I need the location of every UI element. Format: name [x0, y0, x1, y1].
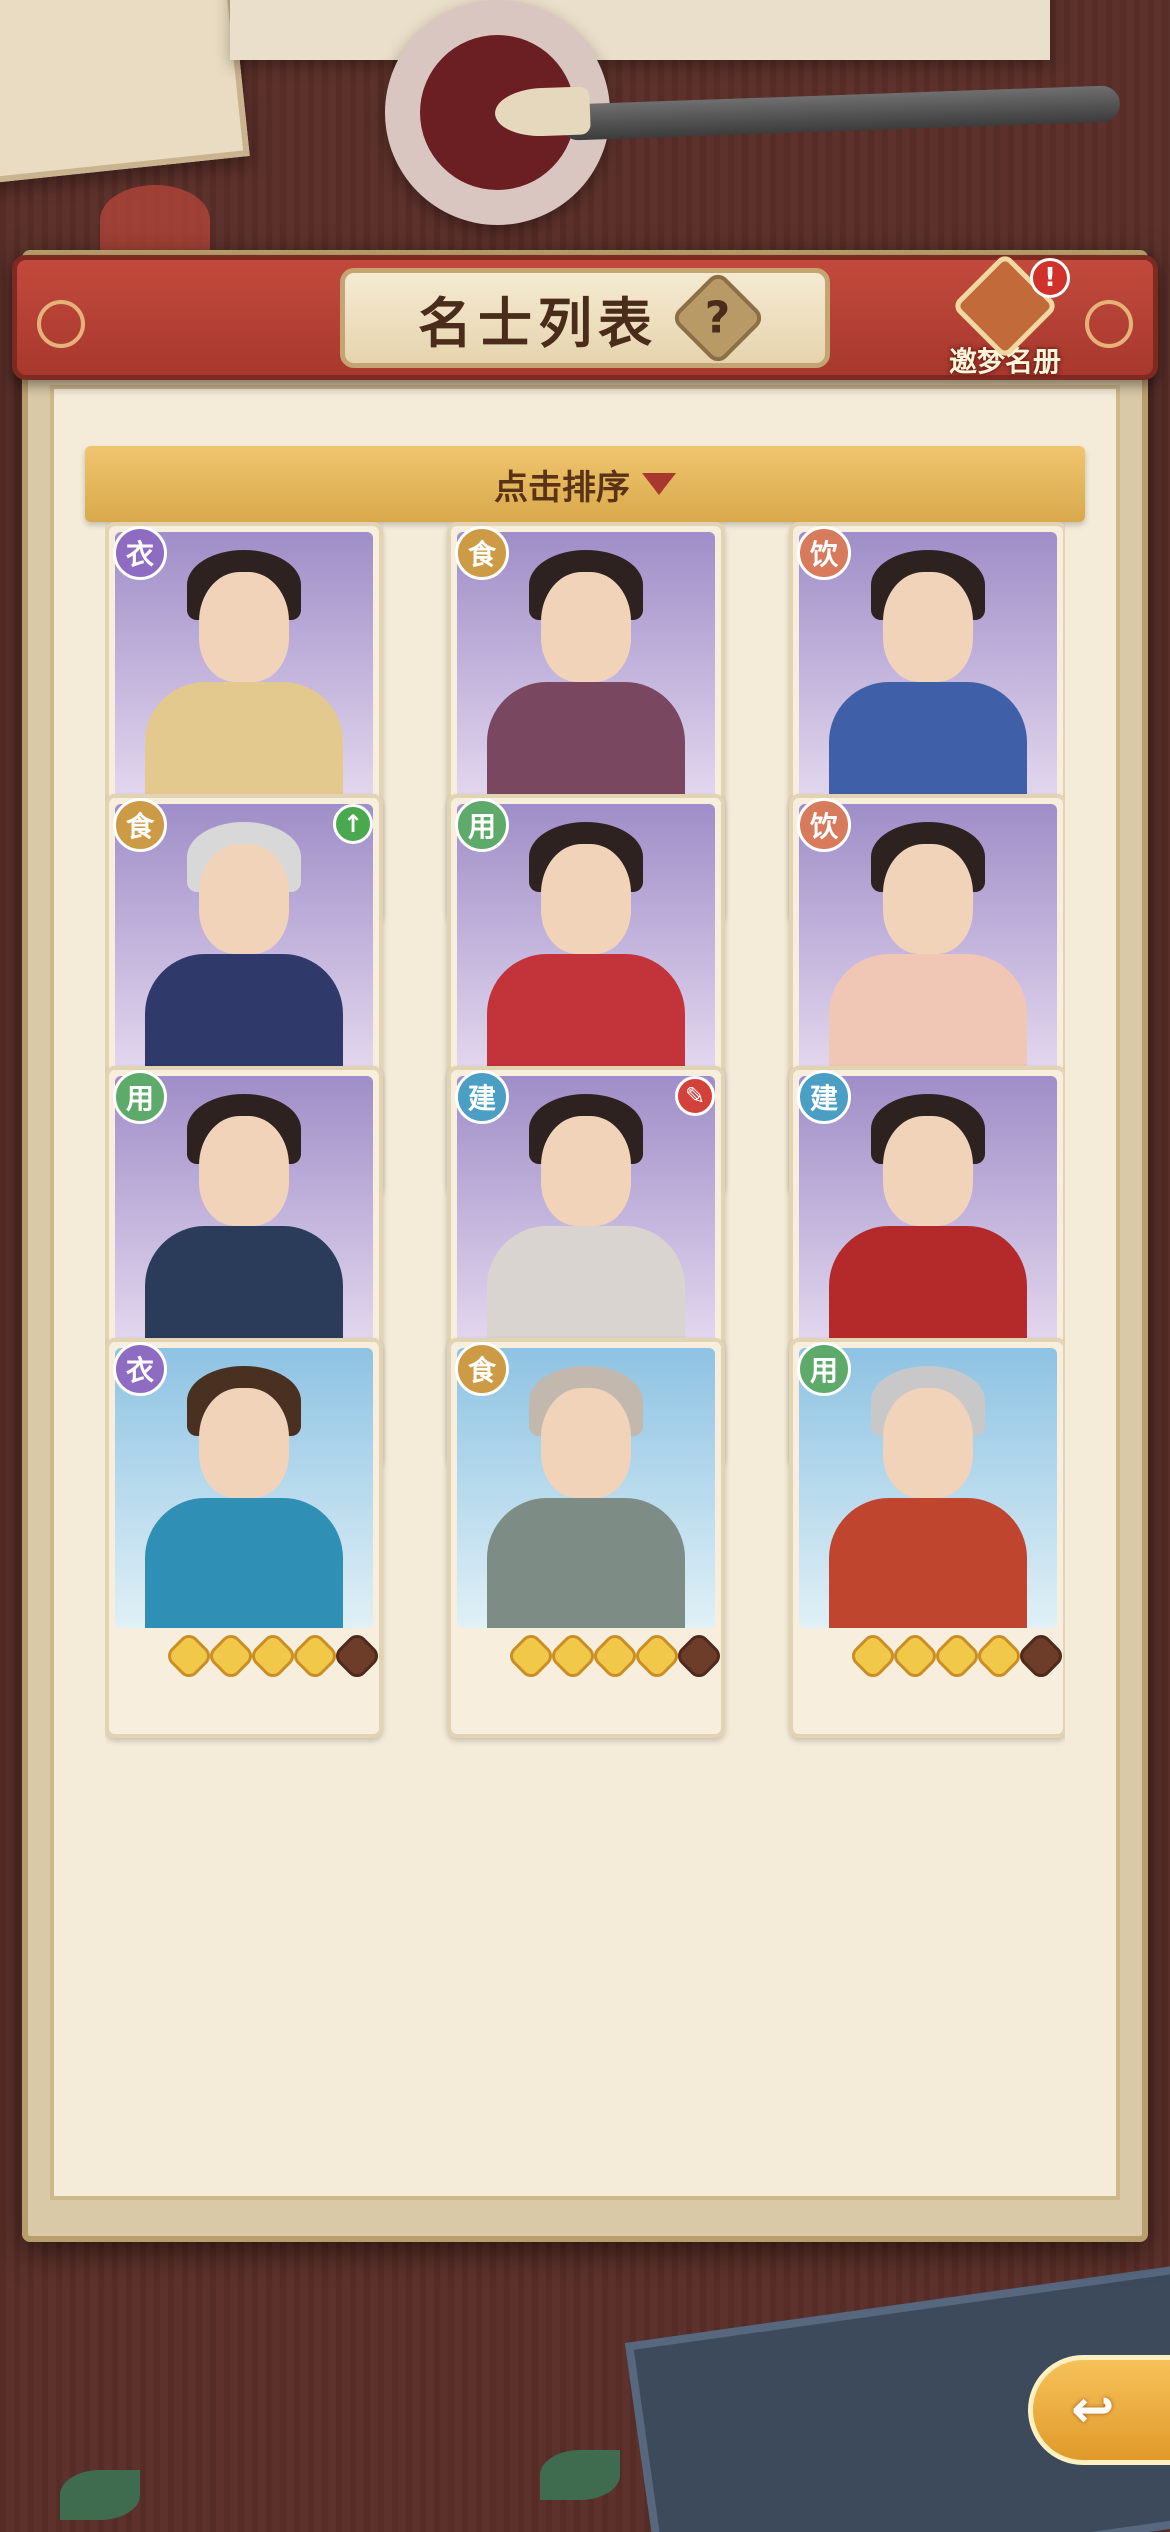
- sort-button[interactable]: 点击排序: [85, 446, 1085, 522]
- help-button[interactable]: ?: [669, 269, 767, 367]
- figure-body: [487, 954, 685, 1084]
- back-arrow-icon: ↩: [1071, 2380, 1115, 2440]
- star-rating: [505, 1630, 725, 1682]
- character-grid: 衣20师不惑食10祝久霖饮10何照麟食↑10卫玄诚用10裴千颜饮5刘迎春用1柳子…: [105, 522, 1065, 2170]
- category-badge: 饮: [797, 798, 851, 852]
- category-badge: 用: [455, 798, 509, 852]
- character-card[interactable]: 食: [447, 1338, 725, 1738]
- title-plate: 名士列表 ?: [340, 268, 830, 368]
- figure-body: [829, 1226, 1027, 1356]
- star-filled-icon: [547, 1630, 599, 1682]
- category-badge: 食: [455, 1342, 509, 1396]
- star-filled-icon: [163, 1630, 215, 1682]
- figure-head: [541, 1116, 631, 1226]
- figure-body: [487, 1226, 685, 1356]
- star-filled-icon: [247, 1630, 299, 1682]
- notification-badge: !: [1030, 258, 1070, 298]
- star-filled-icon: [847, 1630, 899, 1682]
- category-badge: 食: [455, 526, 509, 580]
- flower-decoration: [100, 185, 210, 255]
- category-badge: 食: [113, 798, 167, 852]
- star-filled-icon: [589, 1630, 641, 1682]
- category-badge: 饮: [797, 526, 851, 580]
- star-filled-icon: [889, 1630, 941, 1682]
- figure-body: [829, 954, 1027, 1084]
- figure-body: [145, 1226, 343, 1356]
- category-badge: 衣: [113, 1342, 167, 1396]
- figure-head: [199, 1116, 289, 1226]
- figure-head: [199, 572, 289, 682]
- star-filled-icon: [973, 1630, 1025, 1682]
- figure-head: [541, 1388, 631, 1498]
- figure-head: [541, 844, 631, 954]
- figure-head: [883, 1388, 973, 1498]
- figure-body: [145, 682, 343, 812]
- category-badge: 用: [797, 1342, 851, 1396]
- upgrade-arrow-icon: ↑: [333, 804, 373, 844]
- figure-head: [883, 572, 973, 682]
- star-filled-icon: [289, 1630, 341, 1682]
- brush-decoration: [559, 85, 1121, 141]
- star-rating: [847, 1630, 1065, 1682]
- paper-decoration: [230, 0, 1050, 60]
- figure-body: [829, 682, 1027, 812]
- star-empty-icon: [1015, 1630, 1065, 1682]
- question-icon: ?: [705, 292, 731, 344]
- figure-head: [883, 844, 973, 954]
- sort-label: 点击排序: [494, 467, 630, 508]
- star-filled-icon: [505, 1630, 557, 1682]
- figure-body: [145, 1498, 343, 1628]
- red-mark-icon: ✎: [675, 1076, 715, 1116]
- page-title: 名士列表: [418, 290, 658, 355]
- figure-head: [541, 572, 631, 682]
- star-filled-icon: [931, 1630, 983, 1682]
- figure-head: [883, 1116, 973, 1226]
- back-button[interactable]: ↩: [1028, 2355, 1170, 2465]
- figure-body: [829, 1498, 1027, 1628]
- figure-head: [199, 844, 289, 954]
- triangle-down-icon: [642, 473, 676, 495]
- star-filled-icon: [631, 1630, 683, 1682]
- leaf-decoration: [540, 2450, 620, 2500]
- category-badge: 用: [113, 1070, 167, 1124]
- star-empty-icon: [673, 1630, 725, 1682]
- paper-stack-decoration: [0, 0, 250, 184]
- figure-body: [145, 954, 343, 1084]
- figure-head: [199, 1388, 289, 1498]
- star-empty-icon: [331, 1630, 383, 1682]
- character-card[interactable]: 用: [789, 1338, 1065, 1738]
- character-card[interactable]: 衣: [105, 1338, 383, 1738]
- star-rating: [163, 1630, 383, 1682]
- category-badge: 建: [455, 1070, 509, 1124]
- category-badge: 建: [797, 1070, 851, 1124]
- figure-body: [487, 682, 685, 812]
- leaf-decoration: [60, 2470, 140, 2520]
- figure-body: [487, 1498, 685, 1628]
- category-badge: 衣: [113, 526, 167, 580]
- star-filled-icon: [205, 1630, 257, 1682]
